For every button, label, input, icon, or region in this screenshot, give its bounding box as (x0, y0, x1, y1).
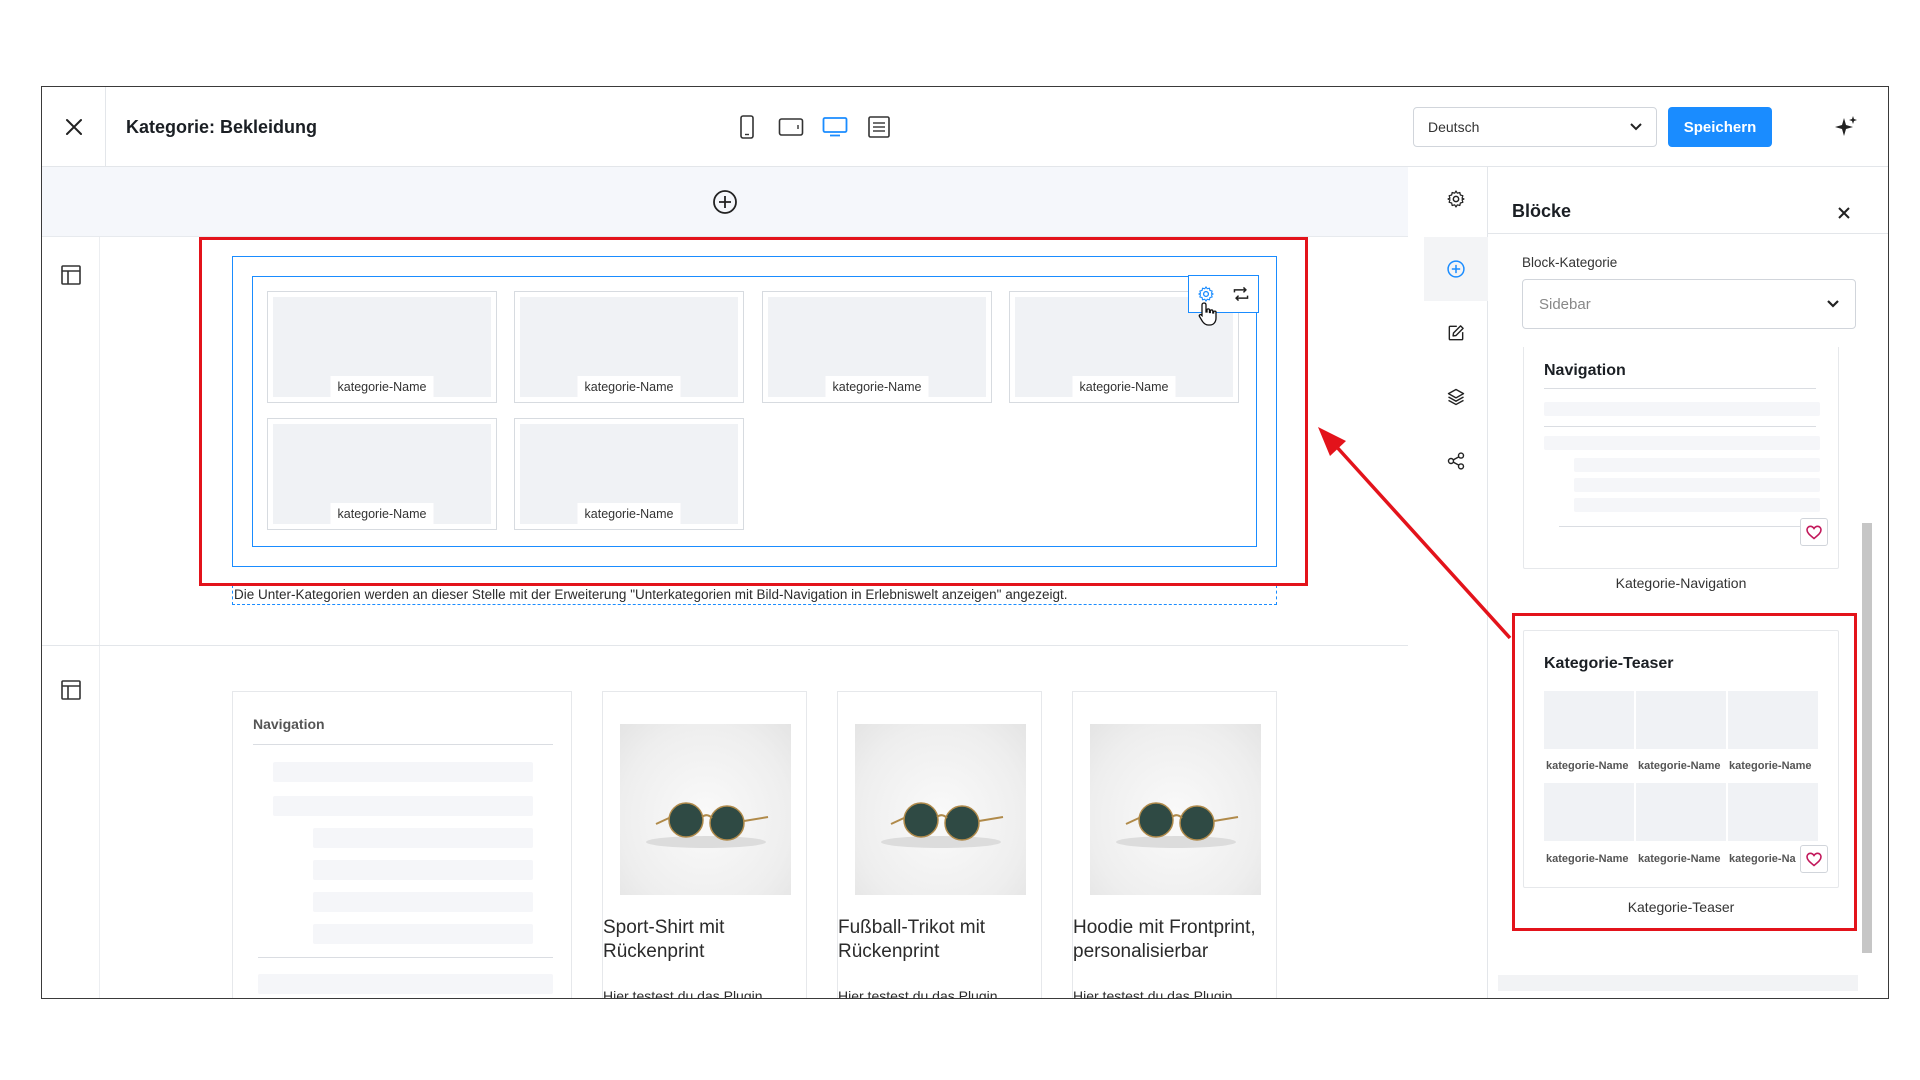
divider (1488, 233, 1888, 234)
close-button[interactable] (42, 87, 106, 167)
panel-horizontal-scrollbar[interactable] (1498, 975, 1858, 991)
close-icon (65, 119, 82, 135)
product-description: Hier testest du das Plugin (838, 988, 998, 999)
skeleton-line (313, 892, 533, 912)
sunglasses-image (881, 802, 1004, 848)
navigation-title: Navigation (253, 716, 325, 732)
skeleton-line (313, 860, 533, 880)
desktop-icon (822, 117, 848, 137)
add-section-strip (42, 167, 1408, 237)
product-name: Hoodie mit Frontprint, personalisierbar (1073, 917, 1256, 962)
section-divider (42, 645, 1408, 646)
product-name: Fußball-Trikot mit Rückenprint (838, 917, 986, 962)
highlight-box (199, 237, 1308, 586)
form-view-button[interactable] (864, 112, 894, 142)
product-name: Sport-Shirt mit Rückenprint (603, 917, 725, 962)
save-button[interactable]: Speichern (1668, 107, 1772, 147)
divider (258, 957, 553, 958)
add-section-icon[interactable] (711, 188, 739, 216)
panel-title: Blöcke (1512, 201, 1572, 221)
rail-share-button[interactable] (1444, 449, 1468, 473)
form-icon (868, 116, 890, 138)
chevron-down-icon (1827, 300, 1839, 308)
ai-assistant-button[interactable] (1832, 113, 1860, 141)
layers-icon (1447, 388, 1465, 406)
top-bar: Kategorie: Bekleidung Deutsch Speichern (42, 87, 1888, 167)
product-description: Hier testest du das Plugin (603, 988, 763, 999)
divider (1559, 526, 1814, 527)
add-block-icon (1447, 260, 1465, 278)
product-card[interactable]: Fußball-Trikot mit Rückenprint Hier test… (837, 691, 1042, 999)
language-select[interactable]: Deutsch (1413, 107, 1657, 147)
sunglasses-image (1116, 802, 1239, 848)
block-card-title: Navigation (1544, 362, 1626, 379)
favorite-button[interactable] (1800, 518, 1828, 546)
language-value: Deutsch (1428, 119, 1480, 135)
mobile-view-button[interactable] (732, 112, 762, 142)
settings-icon (1447, 190, 1465, 208)
panel-scroll-thumb[interactable] (1862, 523, 1872, 953)
tablet-icon (778, 118, 804, 136)
product-card[interactable]: Hoodie mit Frontprint, personalisierbar … (1072, 691, 1277, 999)
section-gutter (42, 237, 100, 998)
block-category-label: Block-Kategorie (1522, 255, 1618, 270)
divider (1544, 388, 1816, 389)
skeleton-line (258, 974, 553, 994)
skeleton-line (1574, 458, 1820, 472)
layout-canvas: kategorie-Name kategorie-Name kategorie-… (42, 167, 1408, 999)
divider (1544, 426, 1816, 427)
product-image (855, 724, 1026, 895)
mobile-icon (740, 115, 754, 139)
desktop-view-button[interactable] (820, 112, 850, 142)
highlight-box (1512, 613, 1857, 931)
rail-edit-button[interactable] (1444, 321, 1468, 345)
section-layout-icon[interactable] (59, 678, 83, 702)
navigation-sidebar-preview[interactable]: Navigation (232, 691, 572, 998)
skeleton-line (1574, 498, 1820, 512)
block-category-value: Sidebar (1539, 295, 1591, 313)
edit-icon (1448, 325, 1464, 341)
heart-icon (1806, 524, 1822, 540)
share-icon (1447, 452, 1465, 470)
skeleton-line (273, 762, 533, 782)
product-description: Hier testest du das Plugin (1073, 988, 1233, 999)
product-card[interactable]: Sport-Shirt mit Rückenprint Hier testest… (602, 691, 807, 999)
block-category-select[interactable]: Sidebar (1522, 279, 1856, 329)
sidebar-icon-rail (1424, 167, 1488, 998)
divider (253, 744, 553, 745)
page-title: Kategorie: Bekleidung (126, 117, 318, 137)
device-switcher (732, 111, 894, 143)
section-layout-icon[interactable] (59, 263, 83, 287)
close-icon (1838, 207, 1850, 219)
panel-scrollbar[interactable] (1860, 353, 1874, 965)
block-card-navigation[interactable]: Navigation (1523, 347, 1839, 569)
product-image (1090, 724, 1261, 895)
rail-layers-button[interactable] (1444, 385, 1468, 409)
sunglasses-image (646, 802, 769, 848)
chevron-down-icon (1630, 123, 1642, 131)
product-image (620, 724, 791, 895)
skeleton-line (313, 924, 533, 944)
rail-add-block-button[interactable] (1444, 257, 1468, 281)
subcategory-info-text[interactable]: Die Unter-Kategorien werden an dieser St… (232, 585, 1277, 605)
skeleton-line (1544, 402, 1820, 416)
tablet-view-button[interactable] (776, 112, 806, 142)
skeleton-line (313, 828, 533, 848)
sparkle-icon (1835, 116, 1857, 136)
skeleton-line (1544, 436, 1820, 450)
skeleton-line (1574, 478, 1820, 492)
rail-settings-button[interactable] (1444, 187, 1468, 211)
block-caption: Kategorie-Navigation (1615, 575, 1747, 591)
panel-close-button[interactable] (1832, 201, 1856, 225)
skeleton-line (273, 796, 533, 816)
